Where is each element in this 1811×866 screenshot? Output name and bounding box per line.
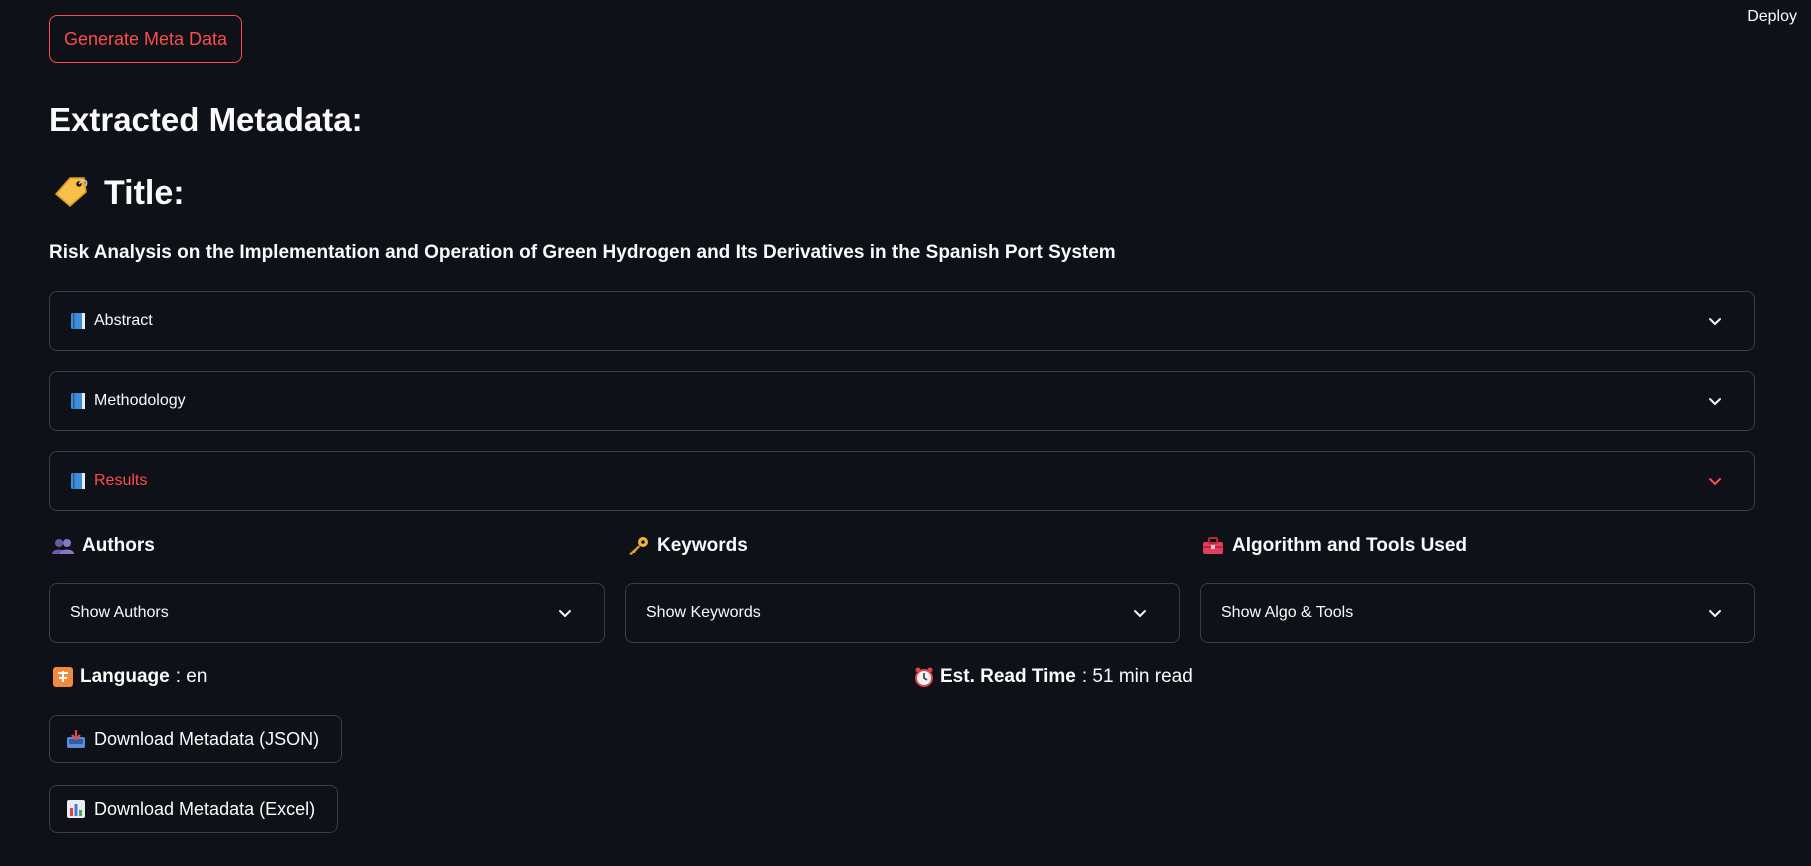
key-icon — [629, 537, 648, 555]
title-heading-row: Title: — [52, 174, 185, 213]
keywords-select-label: Show Keywords — [646, 604, 761, 621]
tag-icon — [52, 174, 90, 213]
algo-tools-select[interactable]: Show Algo & Tools — [1200, 583, 1755, 643]
deploy-button[interactable]: Deploy — [1747, 8, 1797, 26]
paper-title: Risk Analysis on the Implementation and … — [49, 242, 1116, 263]
bar-chart-icon — [67, 800, 85, 818]
authors-select-label: Show Authors — [70, 604, 169, 621]
read-time-value: : 51 min read — [1081, 666, 1193, 687]
app-page: Deploy Generate Meta Data Extracted Meta… — [0, 0, 1811, 866]
download-json-button[interactable]: Download Metadata (JSON) — [49, 715, 342, 763]
download-excel-label: Download Metadata (Excel) — [94, 798, 316, 819]
methodology-expander-label: Methodology — [94, 392, 186, 409]
authors-heading: Authors — [52, 535, 155, 557]
chevron-down-icon — [1709, 610, 1721, 618]
chevron-down-icon — [1709, 398, 1721, 406]
people-icon — [52, 539, 74, 554]
language-label: Language — [80, 666, 170, 687]
download-excel-button[interactable]: Download Metadata (Excel) — [49, 785, 338, 833]
algorithm-tools-heading-label: Algorithm and Tools Used — [1232, 535, 1468, 556]
abstract-expander[interactable]: Abstract — [49, 291, 1755, 351]
results-expander-label: Results — [94, 472, 148, 489]
algo-tools-select-label: Show Algo & Tools — [1221, 604, 1354, 621]
blue-book-icon — [71, 393, 85, 409]
alarm-clock-icon — [915, 667, 933, 687]
chevron-down-icon — [1709, 478, 1721, 486]
title-heading: Title: — [104, 174, 185, 212]
chevron-down-icon — [1134, 610, 1146, 618]
read-time-label: Est. Read Time — [940, 666, 1076, 687]
language-icon — [53, 667, 73, 687]
toolbox-icon — [1203, 537, 1223, 554]
download-json-label: Download Metadata (JSON) — [94, 728, 320, 749]
read-time-info: Est. Read Time: 51 min read — [914, 666, 1193, 688]
language-info: Language: en — [52, 666, 207, 688]
chevron-down-icon — [1709, 318, 1721, 326]
generate-meta-data-button[interactable]: Generate Meta Data — [49, 15, 242, 63]
extracted-metadata-heading: Extracted Metadata: — [49, 101, 363, 138]
blue-book-icon — [71, 473, 85, 489]
results-expander[interactable]: Results — [49, 451, 1755, 511]
authors-select[interactable]: Show Authors — [49, 583, 605, 643]
authors-heading-label: Authors — [82, 535, 155, 556]
abstract-expander-label: Abstract — [94, 312, 153, 329]
keywords-heading-label: Keywords — [657, 535, 748, 556]
keywords-heading: Keywords — [627, 535, 748, 557]
keywords-select[interactable]: Show Keywords — [625, 583, 1180, 643]
inbox-tray-icon — [67, 730, 85, 748]
language-value: : en — [175, 666, 208, 687]
algorithm-tools-heading: Algorithm and Tools Used — [1202, 535, 1467, 557]
methodology-expander[interactable]: Methodology — [49, 371, 1755, 431]
chevron-down-icon — [559, 610, 571, 618]
blue-book-icon — [71, 313, 85, 329]
